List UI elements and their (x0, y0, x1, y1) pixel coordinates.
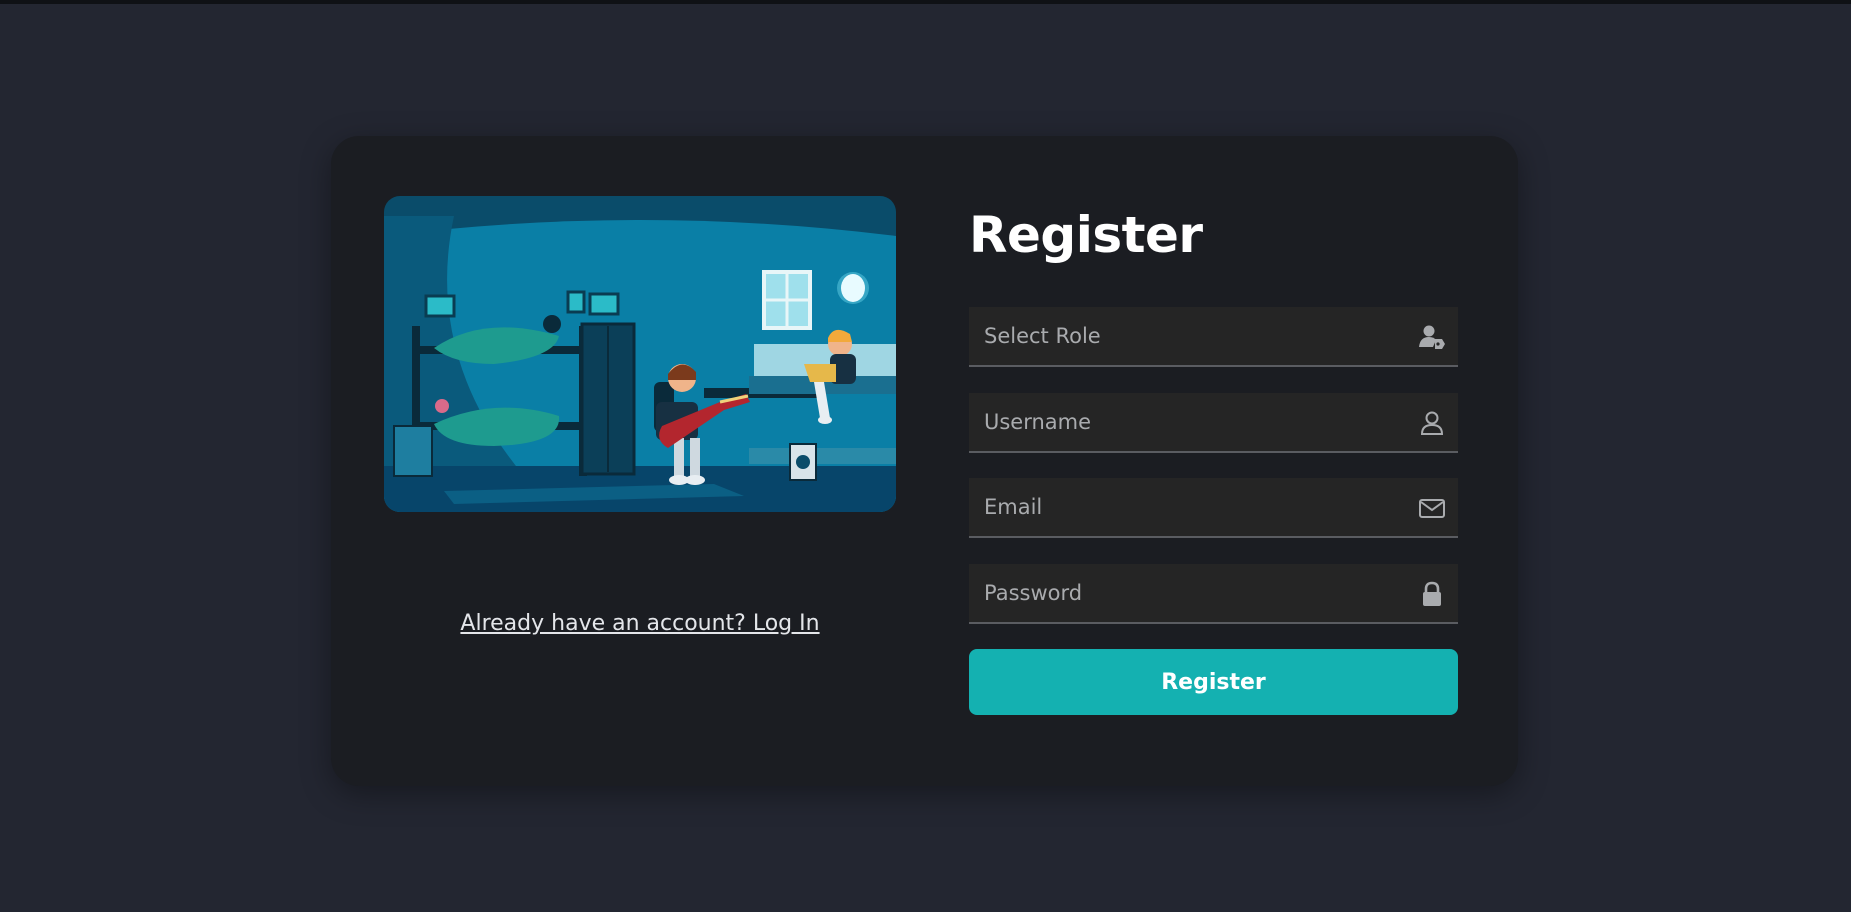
login-link[interactable]: Already have an account? Log In (384, 611, 896, 636)
register-button[interactable]: Register (969, 649, 1458, 715)
user-icon (1420, 411, 1444, 435)
register-card: Already have an account? Log In Register (331, 136, 1518, 786)
password-input[interactable] (969, 564, 1389, 622)
password-field[interactable] (969, 564, 1458, 624)
username-field[interactable] (969, 393, 1458, 453)
username-input[interactable] (969, 393, 1389, 451)
role-select-input[interactable] (969, 307, 1389, 365)
lock-icon (1423, 581, 1441, 606)
window-top-edge (0, 0, 1851, 4)
envelope-icon (1419, 499, 1445, 518)
role-field[interactable] (969, 307, 1458, 367)
dorm-room-illustration (384, 196, 896, 512)
user-tag-icon (1419, 325, 1445, 349)
email-input[interactable] (969, 478, 1389, 536)
page-title: Register (969, 206, 1203, 264)
email-field[interactable] (969, 478, 1458, 538)
